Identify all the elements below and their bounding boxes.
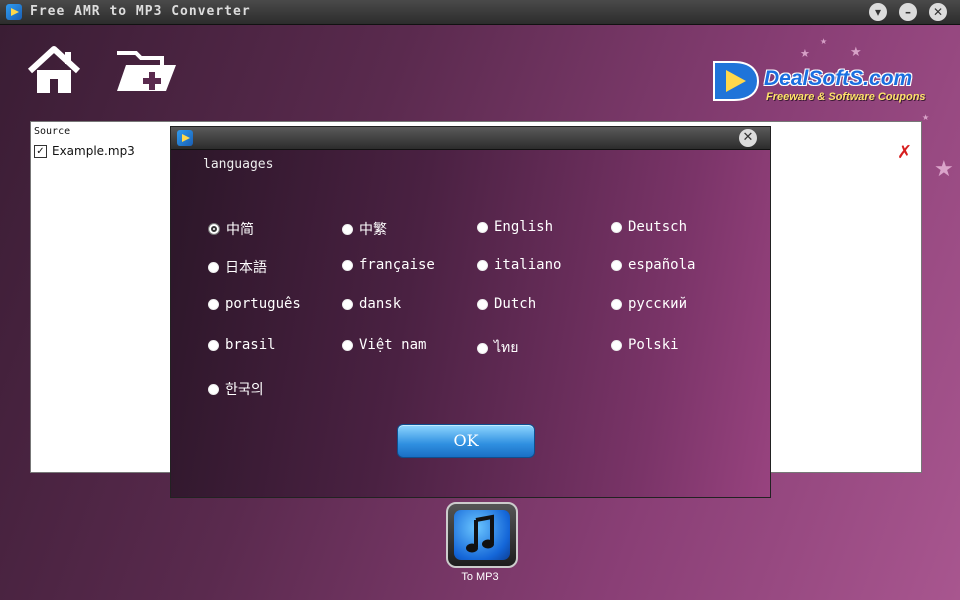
lang-option-zh-hant[interactable]: 中繁: [342, 219, 387, 239]
lang-label: Việt nam: [359, 337, 427, 353]
radio[interactable]: [477, 259, 488, 271]
options-button[interactable]: ▾: [869, 3, 887, 21]
star-icon: ★: [820, 37, 828, 46]
radio[interactable]: [208, 383, 219, 395]
radio-selected[interactable]: [208, 223, 220, 235]
radio[interactable]: [342, 339, 353, 351]
dialog-heading: languages: [203, 157, 274, 172]
lang-option-spanish[interactable]: española: [611, 257, 695, 273]
radio[interactable]: [611, 339, 622, 351]
radio[interactable]: [477, 221, 488, 233]
lang-option-brazil[interactable]: brasil: [208, 337, 276, 353]
lang-option-deutsch[interactable]: Deutsch: [611, 219, 687, 235]
brand-name: DealSoftS.com: [764, 67, 913, 90]
lang-option-danish[interactable]: dansk: [342, 296, 401, 312]
close-icon: ✕: [932, 5, 944, 19]
main-area: DealSoftS.com Freeware & Software Coupon…: [0, 25, 960, 600]
lang-label: Dutch: [494, 296, 537, 312]
convert-button-face: [454, 510, 510, 560]
home-button[interactable]: [26, 45, 86, 100]
folder-add-icon: [117, 51, 176, 91]
lang-label: ไทย: [494, 340, 519, 356]
ok-button[interactable]: OK: [397, 424, 535, 458]
language-dialog: ✕ languages 中简 中繁 English Deutsch 日本語 fr…: [170, 126, 771, 498]
convert-button[interactable]: [446, 502, 518, 568]
lang-option-russian[interactable]: русский: [611, 296, 687, 312]
lang-option-french[interactable]: française: [342, 257, 435, 273]
add-folder-button[interactable]: [114, 45, 176, 100]
lang-label: 日本語: [225, 260, 267, 276]
convert-label: To MP3: [461, 571, 499, 583]
lang-label: española: [628, 257, 696, 273]
lang-label: Deutsch: [628, 219, 688, 235]
file-checkbox[interactable]: ✓: [34, 144, 47, 158]
radio[interactable]: [611, 259, 622, 271]
lang-label: française: [359, 257, 435, 273]
file-name: Example.mp3: [52, 144, 135, 158]
lang-label: English: [494, 219, 554, 235]
lang-label: 中繁: [359, 222, 387, 238]
title-bar: Free AMR to MP3 Converter ▾ – ✕: [0, 0, 960, 25]
app-icon: [6, 4, 22, 20]
lang-option-vietnamese[interactable]: Việt nam: [342, 337, 426, 353]
file-row[interactable]: ✓ Example.mp3: [34, 144, 135, 158]
lang-label: русский: [628, 296, 688, 312]
minimize-button[interactable]: –: [899, 3, 917, 21]
lang-option-zh-hans[interactable]: 中简: [208, 219, 254, 239]
lang-option-italian[interactable]: italiano: [477, 257, 561, 273]
radio[interactable]: [208, 261, 219, 273]
radio[interactable]: [342, 223, 353, 235]
radio[interactable]: [611, 221, 622, 233]
lang-option-japanese[interactable]: 日本語: [208, 257, 267, 277]
lang-label: português: [225, 296, 301, 312]
radio[interactable]: [477, 298, 488, 310]
star-icon: ★: [800, 47, 810, 60]
music-note-icon: [466, 514, 494, 553]
dialog-close-button[interactable]: ✕: [739, 129, 757, 147]
lang-option-polish[interactable]: Polski: [611, 337, 679, 353]
minimize-icon: –: [905, 5, 911, 19]
radio[interactable]: [342, 259, 353, 271]
star-icon: ★: [934, 157, 954, 182]
radio[interactable]: [208, 298, 219, 310]
close-icon: ✕: [742, 130, 754, 145]
lang-option-english[interactable]: English: [477, 219, 553, 235]
options-icon: ▾: [874, 5, 882, 19]
lang-label: 한국의: [225, 382, 264, 398]
radio[interactable]: [342, 298, 353, 310]
lang-label: Polski: [628, 337, 679, 353]
lang-label: dansk: [359, 296, 402, 312]
radio[interactable]: [208, 339, 219, 351]
close-button[interactable]: ✕: [929, 3, 947, 21]
window-title: Free AMR to MP3 Converter: [30, 4, 251, 19]
lang-option-thai[interactable]: ไทย: [477, 337, 518, 359]
dialog-title-bar: ✕: [171, 127, 770, 150]
dealsofts-logo: [713, 61, 760, 101]
lang-label: italiano: [494, 257, 562, 273]
star-icon: ★: [850, 45, 862, 60]
star-icon: ★: [922, 113, 930, 122]
delete-icon[interactable]: ✗: [897, 142, 912, 163]
lang-option-portuguese[interactable]: português: [208, 296, 301, 312]
lang-label: 中简: [226, 222, 254, 238]
radio[interactable]: [477, 342, 488, 354]
lang-option-dutch[interactable]: Dutch: [477, 296, 536, 312]
home-icon: [27, 46, 81, 93]
dialog-app-icon: [177, 130, 193, 146]
source-header: Source: [34, 126, 71, 137]
lang-label: brasil: [225, 337, 276, 353]
lang-option-korean[interactable]: 한국의: [208, 379, 264, 399]
brand-tagline: Freeware & Software Coupons: [766, 91, 926, 103]
radio[interactable]: [611, 298, 622, 310]
